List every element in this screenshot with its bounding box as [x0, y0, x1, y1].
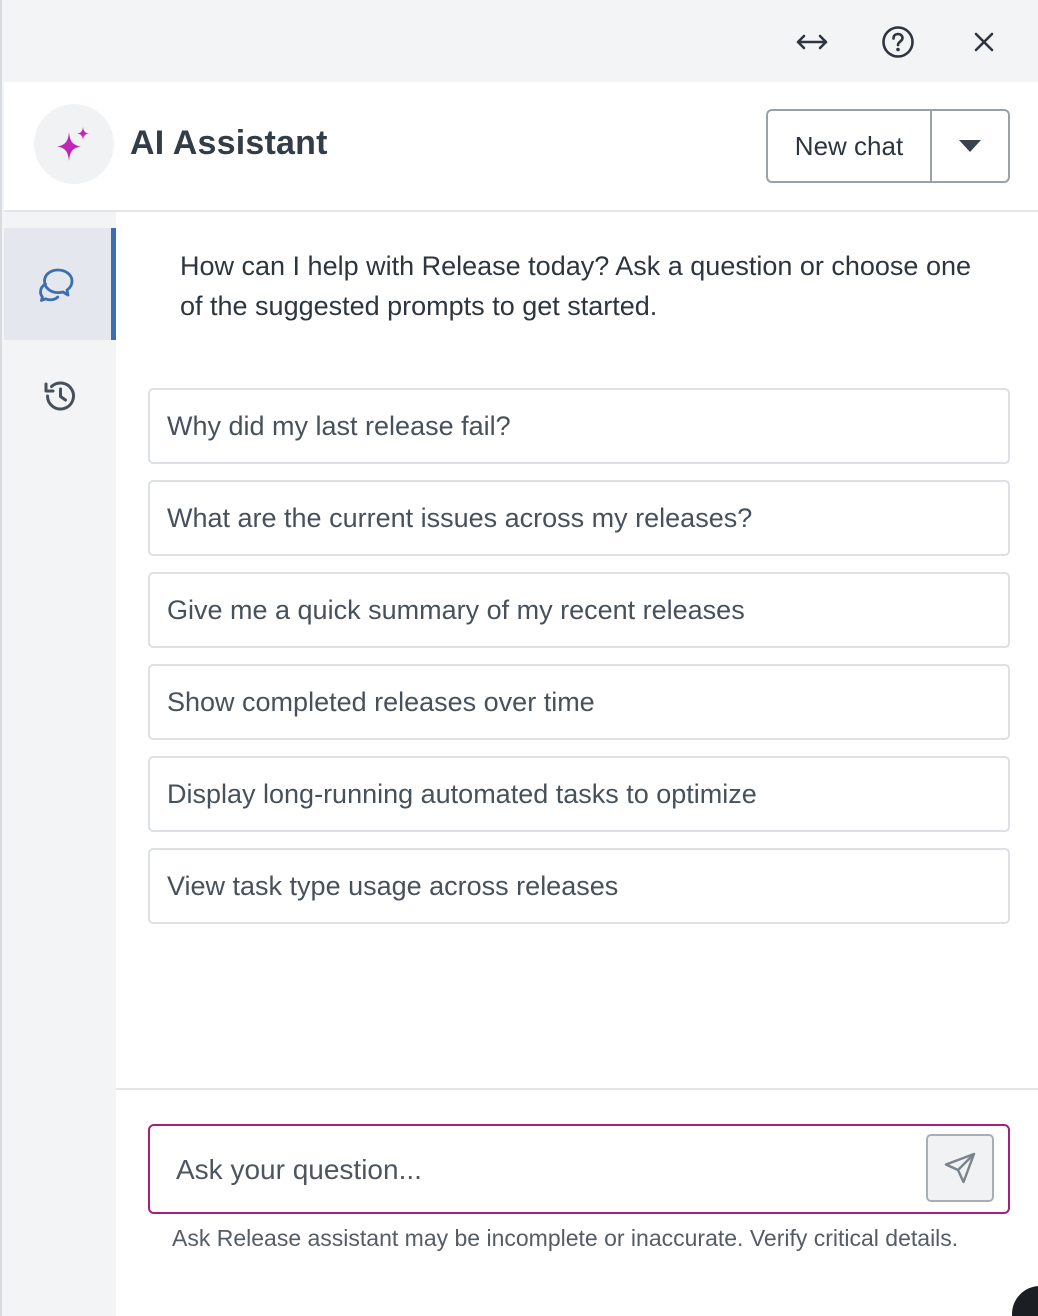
page-title: AI Assistant — [130, 124, 328, 162]
new-chat-button[interactable]: New chat — [768, 111, 932, 181]
ai-assistant-panel: AI Assistant New chat How can I help wit… — [0, 0, 1038, 1316]
suggested-prompt[interactable]: Why did my last release fail? — [148, 388, 1010, 464]
sparkle-icon — [57, 127, 89, 161]
question-input[interactable] — [176, 1146, 896, 1194]
send-icon — [944, 1152, 976, 1184]
assistant-avatar — [34, 104, 114, 184]
caret-down-icon — [959, 140, 981, 152]
chat-bubbles-icon — [38, 268, 73, 302]
suggested-prompt[interactable]: Give me a quick summary of my recent rel… — [148, 572, 1010, 648]
assistant-intro-message: How can I help with Release today? Ask a… — [180, 251, 971, 321]
send-button[interactable] — [926, 1134, 994, 1202]
close-button[interactable] — [962, 20, 1006, 64]
left-rail — [4, 212, 116, 1316]
help-button[interactable] — [876, 20, 920, 64]
expand-button[interactable] — [790, 20, 834, 64]
suggested-prompt[interactable]: View task type usage across releases — [148, 848, 1010, 924]
help-icon — [882, 26, 914, 58]
question-input-box — [148, 1124, 1010, 1214]
history-icon — [44, 381, 75, 411]
chat-footer: Ask Release assistant may be incomplete … — [116, 1088, 1038, 1316]
top-toolbar — [2, 0, 1038, 82]
new-chat-dropdown-button[interactable] — [932, 111, 1008, 181]
assistant-header: AI Assistant New chat — [4, 82, 1038, 212]
close-icon — [974, 32, 994, 52]
rail-item-chat[interactable] — [4, 228, 116, 340]
chat-area: How can I help with Release today? Ask a… — [116, 212, 1038, 1088]
suggested-prompt[interactable]: Display long-running automated tasks to … — [148, 756, 1010, 832]
new-chat-split-button: New chat — [766, 109, 1010, 183]
suggested-prompt[interactable]: What are the current issues across my re… — [148, 480, 1010, 556]
disclaimer-text: Ask Release assistant may be incomplete … — [172, 1225, 959, 1251]
expand-horizontal-icon — [796, 34, 828, 50]
suggested-prompt[interactable]: Show completed releases over time — [148, 664, 1010, 740]
rail-item-history[interactable] — [4, 340, 116, 452]
